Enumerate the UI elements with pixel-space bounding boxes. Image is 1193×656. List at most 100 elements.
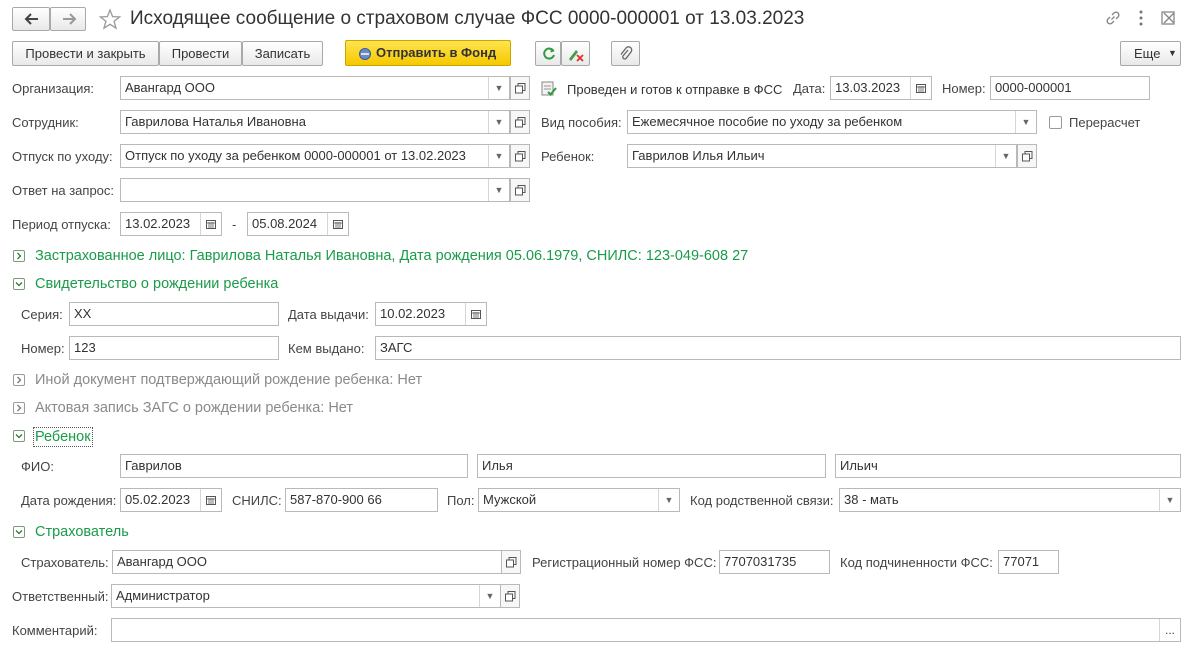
- period-to-field[interactable]: 05.08.2024: [247, 212, 349, 236]
- responsible-open-button[interactable]: [500, 584, 520, 608]
- clear-signature-button[interactable]: [561, 41, 590, 66]
- send-to-fund-button[interactable]: Отправить в Фонд: [345, 40, 511, 66]
- benefit-field[interactable]: Ежемесячное пособие по уходу за ребенком…: [627, 110, 1037, 134]
- child-collapse-toggle[interactable]: [13, 430, 25, 442]
- calendar-icon[interactable]: [465, 303, 486, 325]
- more-vertical-icon[interactable]: [1136, 9, 1146, 27]
- chevron-right-icon: [17, 404, 22, 412]
- insurer-value: Авангард ООО: [117, 554, 207, 569]
- reply-field[interactable]: ▼: [120, 178, 510, 202]
- reg-number-field[interactable]: 7707031735: [719, 550, 830, 574]
- reply-open-button[interactable]: [510, 178, 530, 202]
- certificate-section-header[interactable]: Свидетельство о рождении ребенка: [35, 275, 278, 293]
- refresh-icon: [543, 47, 555, 60]
- insurer-field[interactable]: Авангард ООО: [112, 550, 502, 574]
- calendar-icon[interactable]: [327, 213, 348, 235]
- status-text: Проведен и готов к отправке в ФСС: [567, 82, 783, 97]
- act-record-section-header[interactable]: Актовая запись ЗАГС о рождении ребенка: …: [35, 399, 353, 417]
- child-field[interactable]: Гаврилов Илья Ильич ▼: [627, 144, 1017, 168]
- recalc-label: Перерасчет: [1069, 115, 1141, 130]
- dropdown-arrow-icon[interactable]: ▼: [488, 111, 509, 133]
- cert-number-field[interactable]: 123: [69, 336, 279, 360]
- back-button[interactable]: [12, 7, 50, 31]
- org-field[interactable]: Авангард ООО ▼: [120, 76, 510, 100]
- link-icon[interactable]: [1104, 9, 1122, 27]
- calendar-icon[interactable]: [200, 489, 221, 511]
- employee-open-button[interactable]: [510, 110, 530, 134]
- certificate-collapse-toggle[interactable]: [13, 278, 25, 290]
- dropdown-arrow-icon[interactable]: ▼: [995, 145, 1016, 167]
- leave-field[interactable]: Отпуск по уходу за ребенком 0000-000001 …: [120, 144, 510, 168]
- insured-expand-toggle[interactable]: [13, 250, 25, 262]
- calendar-icon[interactable]: [910, 77, 931, 99]
- child-open-button[interactable]: [1017, 144, 1037, 168]
- posted-status-icon: [541, 81, 557, 96]
- leave-open-button[interactable]: [510, 144, 530, 168]
- dropdown-arrow-icon[interactable]: ▼: [488, 77, 509, 99]
- last-name-field[interactable]: Гаврилов: [120, 454, 468, 478]
- more-button[interactable]: Еще ▼: [1120, 41, 1181, 66]
- snils-field[interactable]: 587-870-900 66: [285, 488, 438, 512]
- date-field[interactable]: 13.03.2023: [830, 76, 932, 100]
- chevron-down-icon: [15, 282, 23, 287]
- dropdown-arrow-icon[interactable]: ▼: [479, 585, 500, 607]
- child-section-header[interactable]: Ребенок: [33, 427, 93, 447]
- reg-number-value: 7707031735: [724, 554, 797, 569]
- series-field[interactable]: XX: [69, 302, 279, 326]
- other-doc-expand-toggle[interactable]: [13, 374, 25, 386]
- org-value: Авангард ООО: [125, 80, 215, 95]
- dropdown-arrow-icon[interactable]: ▼: [488, 179, 509, 201]
- chevron-down-icon: [15, 530, 23, 535]
- dropdown-arrow-icon[interactable]: ▼: [1015, 111, 1036, 133]
- star-icon[interactable]: [98, 8, 122, 30]
- issued-by-label: Кем выдано:: [288, 341, 365, 356]
- number-field[interactable]: 0000-000001: [990, 76, 1150, 100]
- save-button[interactable]: Записать: [242, 41, 323, 66]
- other-doc-section-header[interactable]: Иной документ подтверждающий рождение ре…: [35, 371, 422, 389]
- sex-field[interactable]: Мужской ▼: [478, 488, 680, 512]
- sub-code-value: 77071: [1003, 554, 1040, 569]
- post-button[interactable]: Провести: [159, 41, 242, 66]
- x-close-icon[interactable]: [1162, 11, 1176, 25]
- forward-button[interactable]: [50, 7, 86, 31]
- benefit-label: Вид пособия:: [541, 115, 622, 130]
- dropdown-arrow-icon[interactable]: ▼: [1159, 489, 1180, 511]
- employee-value: Гаврилова Наталья Ивановна: [125, 114, 306, 129]
- date-value: 13.03.2023: [835, 80, 901, 95]
- chevron-down-icon: ▼: [1168, 48, 1177, 58]
- issue-date-field[interactable]: 10.02.2023: [375, 302, 487, 326]
- comment-field[interactable]: ...: [111, 618, 1181, 642]
- dropdown-arrow-icon[interactable]: ▼: [488, 145, 509, 167]
- insured-section-header[interactable]: Застрахованное лицо: Гаврилова Наталья И…: [35, 247, 748, 265]
- send-button-label: Отправить в Фонд: [376, 45, 497, 60]
- insurer-section-header[interactable]: Страхователь: [35, 523, 129, 541]
- responsible-field[interactable]: Администратор ▼: [111, 584, 501, 608]
- fio-label: ФИО:: [21, 459, 54, 474]
- sex-value: Мужской: [483, 492, 537, 507]
- date-label: Дата:: [793, 81, 826, 96]
- dropdown-arrow-icon[interactable]: ▼: [658, 489, 679, 511]
- benefit-value: Ежемесячное пособие по уходу за ребенком: [632, 114, 903, 129]
- comment-select-button[interactable]: ...: [1159, 619, 1180, 641]
- recalc-checkbox[interactable]: [1049, 116, 1062, 129]
- post-and-close-button[interactable]: Провести и закрыть: [12, 41, 159, 66]
- act-record-expand-toggle[interactable]: [13, 402, 25, 414]
- refresh-button[interactable]: [535, 41, 561, 66]
- first-name-field[interactable]: Илья: [477, 454, 826, 478]
- insurer-collapse-toggle[interactable]: [13, 526, 25, 538]
- insurer-open-button[interactable]: [501, 550, 521, 574]
- sub-code-field[interactable]: 77071: [998, 550, 1059, 574]
- attachments-button[interactable]: [611, 41, 640, 66]
- issued-by-field[interactable]: ЗАГС: [375, 336, 1181, 360]
- relation-value: 38 - мать: [844, 492, 899, 507]
- birth-date-field[interactable]: 05.02.2023: [120, 488, 222, 512]
- employee-field[interactable]: Гаврилова Наталья Ивановна ▼: [120, 110, 510, 134]
- middle-name-field[interactable]: Ильич: [835, 454, 1181, 478]
- birth-date-value: 05.02.2023: [125, 492, 191, 507]
- relation-field[interactable]: 38 - мать ▼: [839, 488, 1181, 512]
- org-open-button[interactable]: [510, 76, 530, 100]
- insurer-label: Страхователь:: [21, 555, 109, 570]
- calendar-icon[interactable]: [200, 213, 221, 235]
- send-icon: [359, 48, 371, 60]
- period-from-field[interactable]: 13.02.2023: [120, 212, 222, 236]
